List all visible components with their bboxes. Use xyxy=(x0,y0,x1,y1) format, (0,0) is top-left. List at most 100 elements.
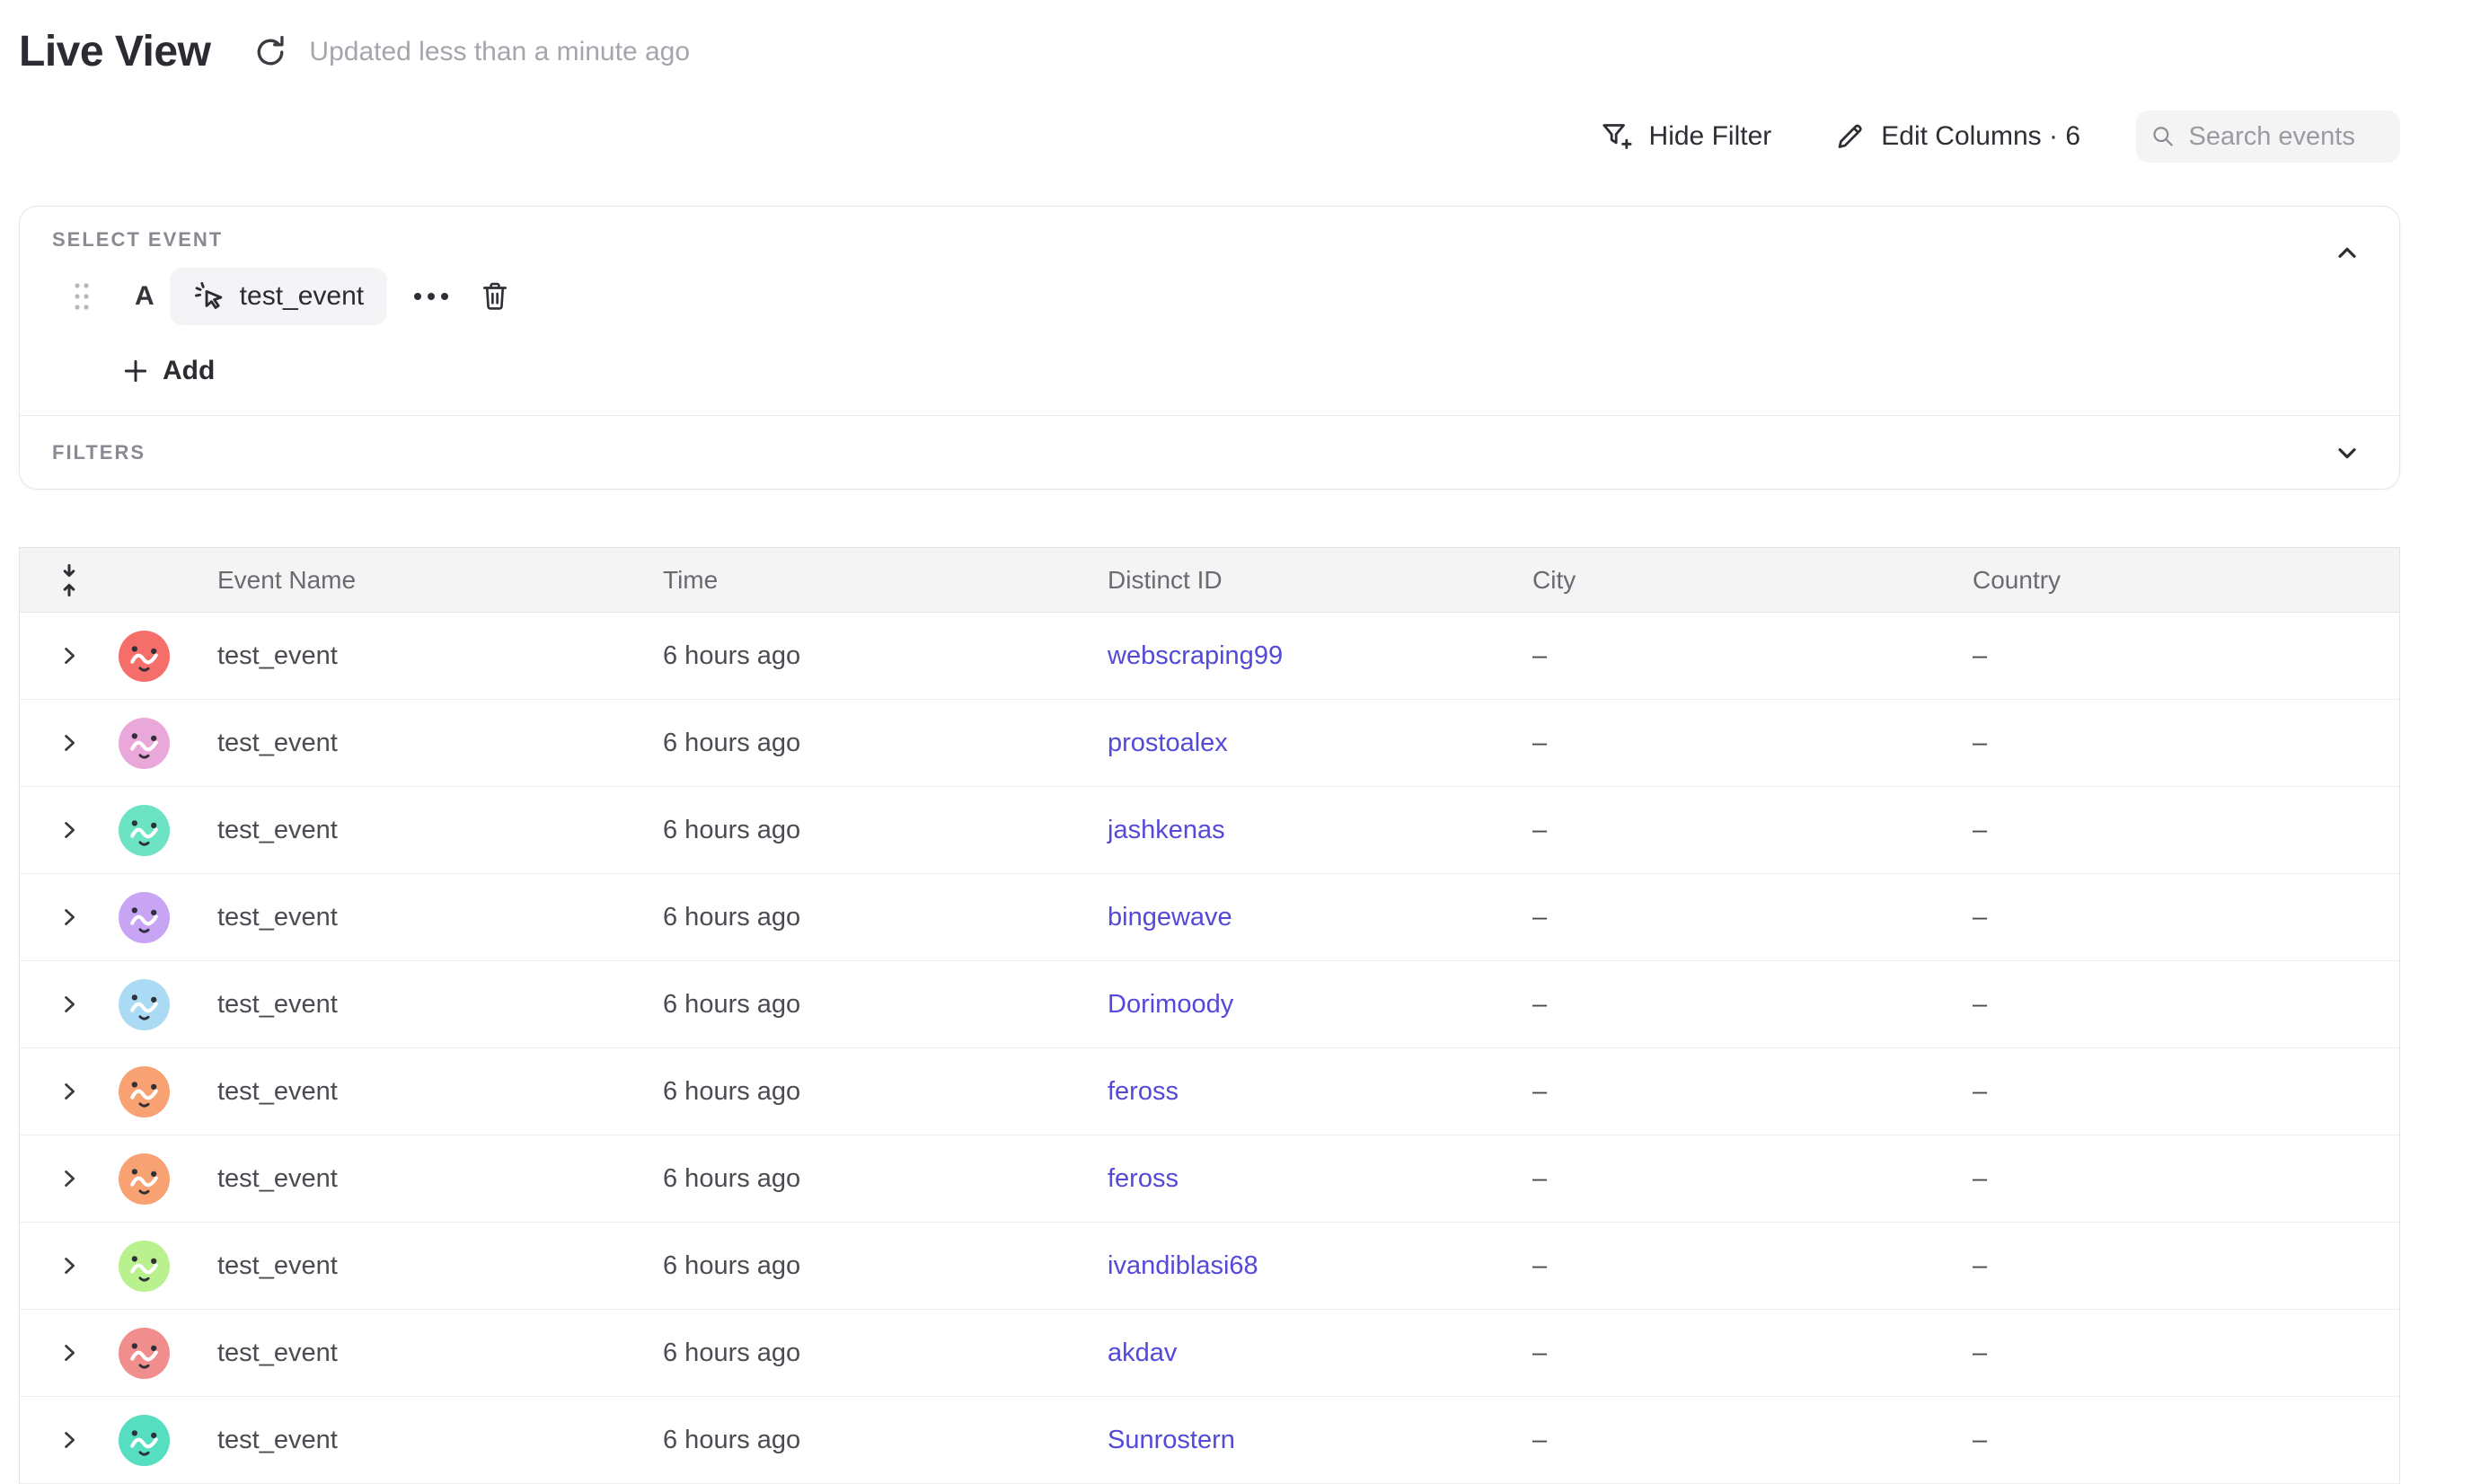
chevron-right-icon xyxy=(57,730,82,755)
ellipsis-icon xyxy=(411,285,452,308)
chevron-right-icon xyxy=(57,1427,82,1453)
expand-row-button[interactable] xyxy=(57,1253,82,1278)
distinct-id-link[interactable]: webscraping99 xyxy=(1108,641,1283,670)
user-avatar xyxy=(119,1153,170,1205)
add-event-button[interactable]: Add xyxy=(121,353,215,389)
expand-row-button[interactable] xyxy=(57,1427,82,1453)
expand-row-button[interactable] xyxy=(57,1079,82,1104)
distinct-id-link[interactable]: ivandiblasi68 xyxy=(1108,1251,1258,1280)
country-cell: – xyxy=(1973,990,2399,1020)
time-cell: 6 hours ago xyxy=(663,1077,1108,1107)
table-row[interactable]: test_event 6 hours ago feross – – xyxy=(20,1048,2399,1135)
event-name-cell: test_event xyxy=(217,729,663,758)
table-row[interactable]: test_event 6 hours ago ivandiblasi68 – – xyxy=(20,1223,2399,1310)
hide-filter-button[interactable]: Hide Filter xyxy=(1599,119,1772,155)
user-avatar xyxy=(119,892,170,943)
expand-row-button[interactable] xyxy=(57,1340,82,1365)
table-row[interactable]: test_event 6 hours ago bingewave – – xyxy=(20,874,2399,961)
distinct-id-link[interactable]: bingewave xyxy=(1108,903,1232,932)
edit-columns-button[interactable]: Edit Columns · 6 xyxy=(1832,119,2080,154)
user-avatar xyxy=(119,1066,170,1117)
distinct-id-link[interactable]: Sunrostern xyxy=(1108,1426,1235,1454)
time-cell: 6 hours ago xyxy=(663,1426,1108,1455)
event-letter: A xyxy=(135,281,154,312)
filters-bar[interactable]: FILTERS xyxy=(20,415,2399,489)
expand-row-button[interactable] xyxy=(57,1166,82,1191)
table-body: test_event 6 hours ago webscraping99 – –… xyxy=(20,613,2399,1484)
filters-label: FILTERS xyxy=(52,441,146,464)
hide-filter-label: Hide Filter xyxy=(1649,121,1772,152)
time-cell: 6 hours ago xyxy=(663,641,1108,671)
country-cell: – xyxy=(1973,1164,2399,1194)
table-row[interactable]: test_event 6 hours ago webscraping99 – – xyxy=(20,613,2399,700)
table-row[interactable]: test_event 6 hours ago Dorimoody – – xyxy=(20,961,2399,1048)
distinct-id-link[interactable]: prostoalex xyxy=(1108,729,1228,757)
country-cell: – xyxy=(1973,729,2399,758)
table-row[interactable]: test_event 6 hours ago prostoalex – – xyxy=(20,700,2399,787)
chevron-right-icon xyxy=(57,1079,82,1104)
column-header-country[interactable]: Country xyxy=(1973,566,2399,595)
time-cell: 6 hours ago xyxy=(663,903,1108,932)
toolbar: Hide Filter Edit Columns · 6 xyxy=(19,110,2400,163)
expand-row-button[interactable] xyxy=(57,905,82,930)
page-header: Live View Updated less than a minute ago xyxy=(19,0,2400,76)
pencil-icon xyxy=(1832,119,1867,154)
time-cell: 6 hours ago xyxy=(663,729,1108,758)
table-row[interactable]: test_event 6 hours ago Sunrostern – – xyxy=(20,1397,2399,1484)
distinct-id-link[interactable]: feross xyxy=(1108,1164,1179,1193)
city-cell: – xyxy=(1532,816,1973,845)
distinct-id-link[interactable]: jashkenas xyxy=(1108,816,1225,844)
expand-row-button[interactable] xyxy=(57,992,82,1017)
chevron-right-icon xyxy=(57,905,82,930)
column-header-distinct-id[interactable]: Distinct ID xyxy=(1108,566,1532,595)
column-header-event-name[interactable]: Event Name xyxy=(217,566,663,595)
expand-row-button[interactable] xyxy=(57,817,82,843)
user-avatar xyxy=(119,1328,170,1379)
table-row[interactable]: test_event 6 hours ago feross – – xyxy=(20,1135,2399,1223)
select-event-label: SELECT EVENT xyxy=(52,228,2362,252)
chevron-right-icon xyxy=(57,992,82,1017)
search-events-input[interactable] xyxy=(2188,122,2386,152)
table-row[interactable]: test_event 6 hours ago jashkenas – – xyxy=(20,787,2399,874)
expand-row-button[interactable] xyxy=(57,730,82,755)
chevron-right-icon xyxy=(57,643,82,668)
event-name-cell: test_event xyxy=(217,903,663,932)
event-name-cell: test_event xyxy=(217,1077,663,1107)
user-avatar xyxy=(119,631,170,682)
event-name-cell: test_event xyxy=(217,1251,663,1281)
event-chip[interactable]: test_event xyxy=(170,268,387,325)
time-cell: 6 hours ago xyxy=(663,816,1108,845)
country-cell: – xyxy=(1973,1251,2399,1281)
event-options-button[interactable] xyxy=(411,285,452,308)
country-cell: – xyxy=(1973,903,2399,932)
refresh-button[interactable] xyxy=(252,33,289,71)
plus-icon xyxy=(121,357,150,385)
trash-icon xyxy=(479,279,511,314)
city-cell: – xyxy=(1532,903,1973,932)
column-header-time[interactable]: Time xyxy=(663,566,1108,595)
add-label: Add xyxy=(163,356,215,386)
table-row[interactable]: test_event 6 hours ago akdav – – xyxy=(20,1310,2399,1397)
filter-plus-icon xyxy=(1599,119,1635,155)
chevron-right-icon xyxy=(57,817,82,843)
column-header-city[interactable]: City xyxy=(1532,566,1973,595)
distinct-id-link[interactable]: Dorimoody xyxy=(1108,990,1233,1019)
delete-event-button[interactable] xyxy=(479,279,511,314)
drag-handle[interactable] xyxy=(73,280,91,313)
country-cell: – xyxy=(1973,641,2399,671)
city-cell: – xyxy=(1532,641,1973,671)
city-cell: – xyxy=(1532,729,1973,758)
distinct-id-link[interactable]: akdav xyxy=(1108,1338,1177,1367)
event-name-cell: test_event xyxy=(217,990,663,1020)
chevron-up-icon xyxy=(2333,239,2362,268)
country-cell: – xyxy=(1973,816,2399,845)
distinct-id-link[interactable]: feross xyxy=(1108,1077,1179,1106)
collapse-section-button[interactable] xyxy=(2333,239,2362,272)
expand-row-button[interactable] xyxy=(57,643,82,668)
edit-columns-label: Edit Columns · 6 xyxy=(1881,121,2080,152)
page-title: Live View xyxy=(19,27,210,76)
collapse-all-button[interactable] xyxy=(20,562,119,598)
city-cell: – xyxy=(1532,1164,1973,1194)
search-events-box[interactable] xyxy=(2136,110,2400,163)
user-avatar xyxy=(119,805,170,856)
